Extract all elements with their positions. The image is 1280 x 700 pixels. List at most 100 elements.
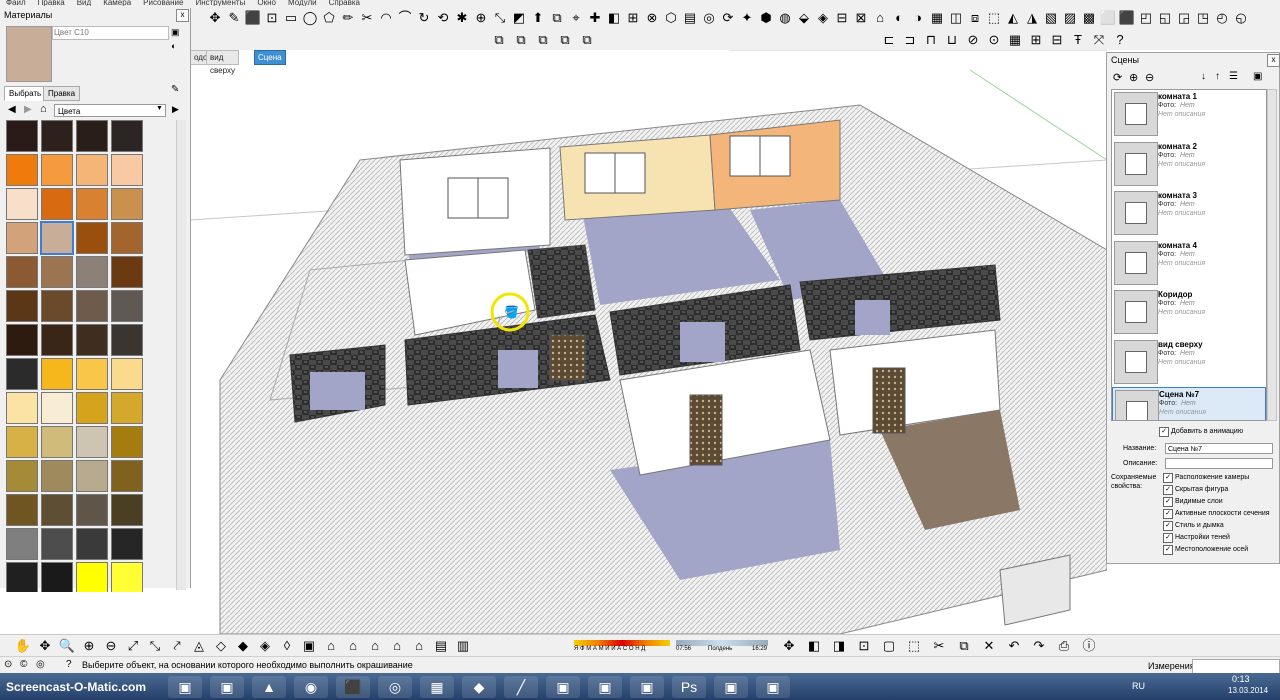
back-icon[interactable]: ◮ [1023, 9, 1041, 27]
display-secondary-icon[interactable]: ◐ [171, 41, 176, 51]
material-swatch[interactable] [111, 256, 143, 288]
right-icon[interactable]: ◭ [1004, 9, 1022, 27]
material-swatch[interactable] [6, 256, 38, 288]
prop-checkbox[interactable]: ✓ [1163, 497, 1173, 507]
toolbar2-icon[interactable]: ⊘ [964, 31, 982, 49]
zoomext-icon[interactable]: ⟳ [719, 9, 737, 27]
view-tool-icon[interactable]: 🔍 [58, 637, 76, 655]
view-tool-icon[interactable]: ▣ [300, 637, 318, 655]
line-icon[interactable]: ▭ [282, 9, 300, 27]
view-tool-icon[interactable]: ⌂ [344, 637, 362, 655]
back-arrow-icon[interactable]: ◀ [8, 104, 16, 115]
material-swatch[interactable] [76, 460, 108, 492]
material-swatch[interactable] [6, 222, 38, 254]
scene-list-item[interactable]: Сцена №7 Фото: Нет Нет описания [1112, 387, 1266, 420]
left-icon[interactable]: ▧ [1042, 9, 1060, 27]
material-swatch[interactable] [6, 426, 38, 458]
prop-checkbox[interactable]: ✓ [1163, 521, 1173, 531]
shaded-icon[interactable]: ◐ [890, 9, 908, 27]
sandbox4-icon[interactable]: ◰ [1137, 9, 1155, 27]
calendar-icon[interactable]: ▦ [420, 676, 454, 698]
section-icon[interactable]: ⊞ [624, 9, 642, 27]
tape-icon[interactable]: ◩ [510, 9, 528, 27]
monitor-icon[interactable]: ▣ [714, 676, 748, 698]
edit-tool-icon[interactable]: ▢ [880, 637, 898, 655]
textured-icon[interactable]: ◑ [909, 9, 927, 27]
edit-tool-icon[interactable]: ↷ [1030, 637, 1048, 655]
material-swatch[interactable] [76, 528, 108, 560]
sandbox8-icon[interactable]: ◴ [1213, 9, 1231, 27]
material-swatch[interactable] [76, 392, 108, 424]
eraser-icon[interactable]: ✎ [225, 9, 243, 27]
material-swatch[interactable] [41, 324, 73, 356]
create-material-icon[interactable]: ▣ [171, 27, 180, 38]
material-swatch[interactable] [76, 222, 108, 254]
material-swatch[interactable] [41, 290, 73, 322]
material-swatch[interactable] [6, 154, 38, 186]
material-swatch[interactable] [111, 290, 143, 322]
material-swatch[interactable] [41, 528, 73, 560]
window-icon[interactable]: ▣ [630, 676, 664, 698]
toolbar2-icon[interactable]: Ŧ [1069, 31, 1087, 49]
edit-tool-icon[interactable]: ✕ [980, 637, 998, 655]
signin-icon[interactable]: ◎ [36, 659, 45, 670]
toolbar2-icon[interactable]: ⊞ [1027, 31, 1045, 49]
scene-list-item[interactable]: вид сверху Фото: Нет Нет описания [1112, 338, 1266, 387]
scene-tab[interactable]: вид сверху [206, 50, 239, 75]
hidden-icon[interactable]: ⌂ [871, 9, 889, 27]
walk-icon[interactable]: ◍ [776, 9, 794, 27]
material-swatch[interactable] [111, 528, 143, 560]
material-swatch[interactable] [6, 562, 38, 592]
photoshop-icon[interactable]: Ps [672, 676, 706, 698]
material-swatch[interactable] [76, 290, 108, 322]
explorer-icon[interactable]: ▣ [168, 676, 202, 698]
add-to-animation-checkbox[interactable]: ✓ [1159, 427, 1169, 437]
axes-icon[interactable]: ✚ [586, 9, 604, 27]
sandbox6-icon[interactable]: ◲ [1175, 9, 1193, 27]
material-swatch[interactable] [111, 358, 143, 390]
swatch-scrollbar[interactable] [176, 120, 186, 590]
scene-list-item[interactable]: комната 4 Фото: Нет Нет описания [1112, 239, 1266, 288]
arc-icon[interactable]: ✂ [358, 9, 376, 27]
material-swatch[interactable] [76, 426, 108, 458]
text-icon[interactable]: ⌖ [567, 9, 585, 27]
polygon-icon[interactable]: ⬠ [320, 9, 338, 27]
scene-description-input[interactable] [1165, 458, 1273, 469]
material-swatch[interactable] [111, 562, 143, 592]
view-tool-icon[interactable]: ⤢ [124, 637, 142, 655]
terminal-icon[interactable]: ▣ [546, 676, 580, 698]
sandbox7-icon[interactable]: ◳ [1194, 9, 1212, 27]
remove-scene-icon[interactable]: ⊖ [1145, 71, 1154, 84]
view-tool-icon[interactable]: ◬ [190, 637, 208, 655]
material-swatch[interactable] [41, 392, 73, 424]
scene-list-item[interactable]: комната 1 Фото: Нет Нет описания [1112, 90, 1266, 139]
toolbar2-icon[interactable]: ⊙ [985, 31, 1003, 49]
edit-tool-icon[interactable]: ⊡ [855, 637, 873, 655]
material-swatch[interactable] [41, 188, 73, 220]
toolbar2-icon[interactable]: ⊟ [1048, 31, 1066, 49]
edit-tool-icon[interactable]: ◨ [830, 637, 848, 655]
tray-date[interactable]: 13.03.2014 [1228, 686, 1268, 695]
camera-icon[interactable]: ◉ [294, 676, 328, 698]
protractor-icon[interactable]: ⧉ [548, 9, 566, 27]
material-swatch[interactable] [6, 290, 38, 322]
view-tool-icon[interactable]: ⤤ [168, 637, 186, 655]
prop-checkbox[interactable]: ✓ [1163, 485, 1173, 495]
scene-list-item[interactable]: Коридор Фото: Нет Нет описания [1112, 288, 1266, 337]
toolbar2-icon[interactable]: ⧉ [512, 31, 530, 49]
top-icon[interactable]: ⧈ [966, 9, 984, 27]
browser-icon[interactable]: ◎ [378, 676, 412, 698]
edit-tool-icon[interactable]: ⬚ [905, 637, 923, 655]
next-icon[interactable]: ⬢ [757, 9, 775, 27]
view-tool-icon[interactable]: ◇ [212, 637, 230, 655]
view-tool-icon[interactable]: ◈ [256, 637, 274, 655]
xray-icon[interactable]: ⊟ [833, 9, 851, 27]
material-swatch[interactable] [6, 188, 38, 220]
arc2-icon[interactable]: ◠ [377, 9, 395, 27]
details-arrow-icon[interactable]: ▶ [172, 104, 179, 115]
toolbar2-icon[interactable]: ⧉ [490, 31, 508, 49]
front-icon[interactable]: ⬚ [985, 9, 1003, 27]
view-tool-icon[interactable]: ⌂ [366, 637, 384, 655]
rotate-icon[interactable]: ↻ [415, 9, 433, 27]
edit-tool-icon[interactable]: ⎙ [1055, 637, 1073, 655]
